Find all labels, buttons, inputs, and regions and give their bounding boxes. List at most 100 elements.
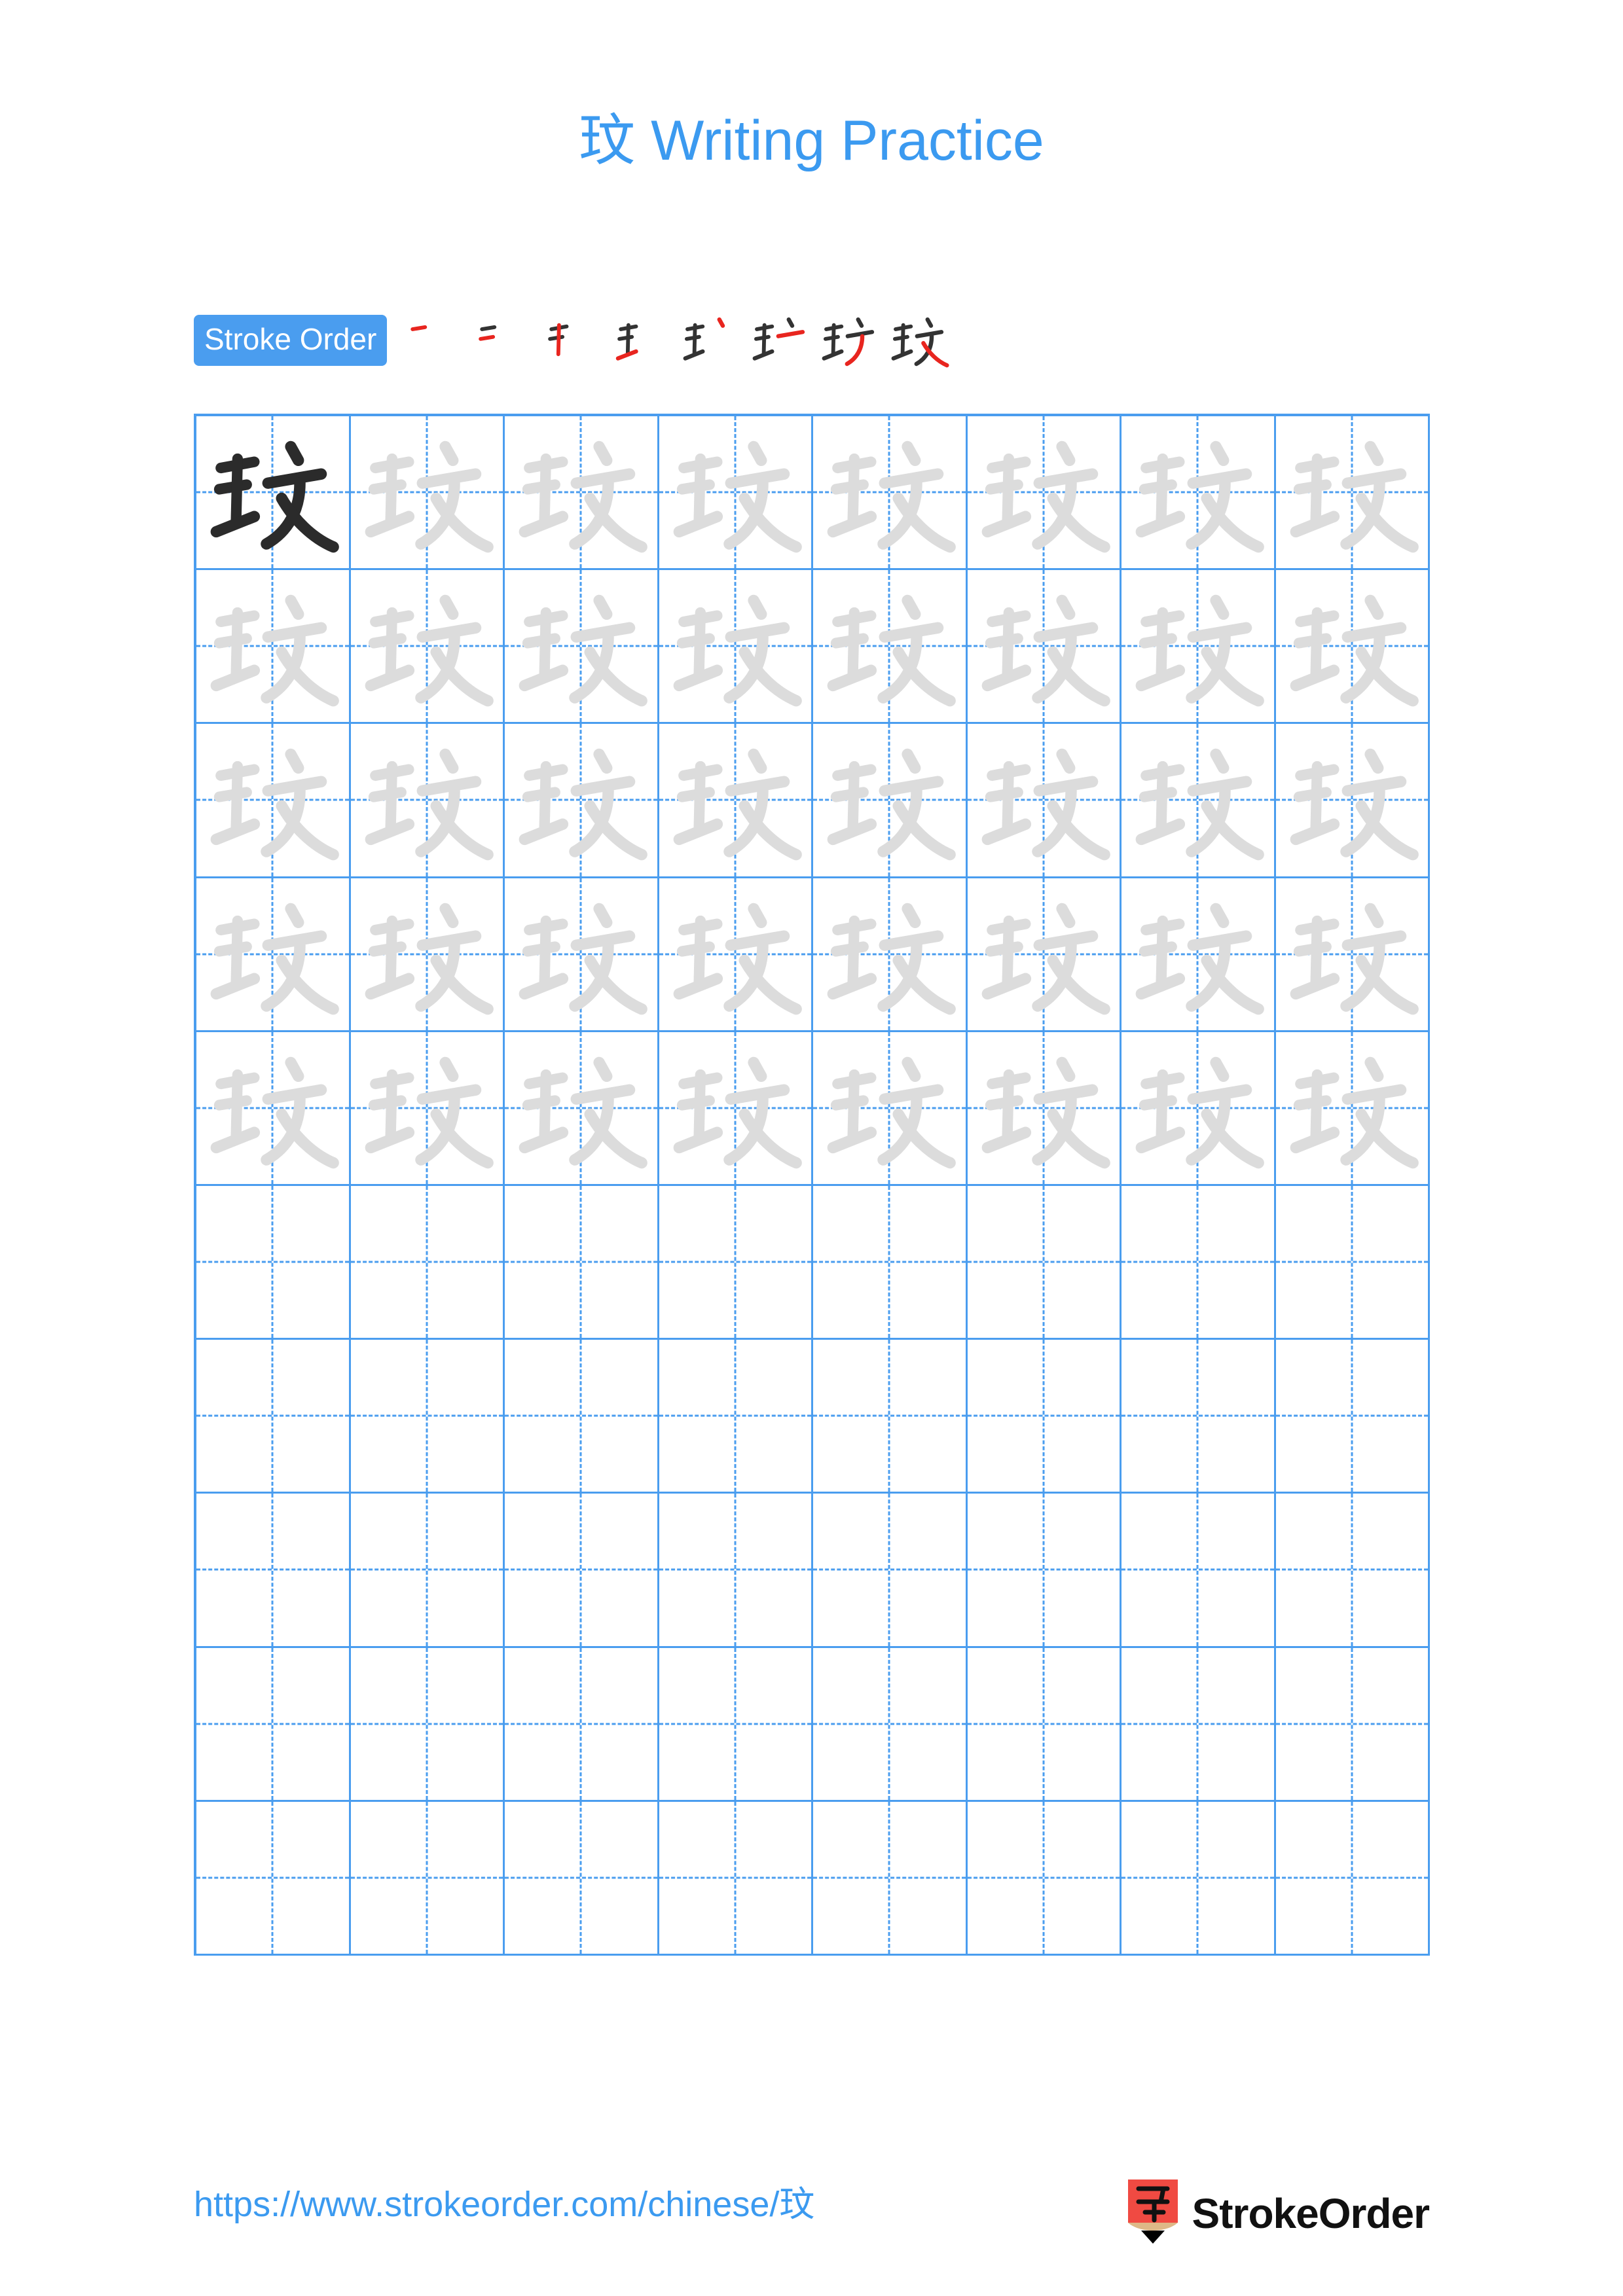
practice-cell[interactable] (967, 1185, 1122, 1340)
practice-cell[interactable] (967, 416, 1122, 571)
trace-character (351, 1032, 503, 1184)
practice-cell[interactable] (196, 1031, 351, 1186)
practice-cell[interactable] (505, 878, 659, 1032)
practice-cell[interactable] (659, 1185, 813, 1340)
stroke-step-4 (607, 306, 676, 375)
practice-cell[interactable] (1275, 570, 1430, 725)
practice-cell[interactable] (350, 570, 505, 725)
practice-cell[interactable] (1122, 1801, 1276, 1956)
practice-cell[interactable] (813, 570, 968, 725)
practice-cell[interactable] (813, 1340, 968, 1494)
practice-cell[interactable] (659, 1647, 813, 1802)
practice-cell[interactable] (350, 1340, 505, 1494)
practice-cell[interactable] (505, 416, 659, 571)
practice-cell[interactable] (505, 724, 659, 878)
practice-cell[interactable] (1275, 878, 1430, 1032)
practice-cell[interactable] (1275, 1185, 1430, 1340)
practice-cell[interactable] (967, 1801, 1122, 1956)
practice-cell[interactable] (350, 1185, 505, 1340)
footer-url-link[interactable]: https://www.strokeorder.com/chinese/玟 (194, 2183, 814, 2226)
practice-cell[interactable] (1122, 878, 1276, 1032)
practice-cell[interactable] (196, 724, 351, 878)
practice-cell[interactable] (967, 1494, 1122, 1648)
trace-character (505, 878, 657, 1030)
trace-character (968, 1032, 1120, 1184)
stroke-step-3 (538, 306, 607, 375)
brand-name: StrokeOrder (1192, 2190, 1430, 2237)
practice-cell[interactable] (350, 1801, 505, 1956)
practice-cell[interactable] (1275, 1801, 1430, 1956)
trace-character (351, 878, 503, 1030)
practice-cell[interactable] (1122, 1340, 1276, 1494)
practice-cell[interactable] (196, 1340, 351, 1494)
practice-cell[interactable] (967, 1340, 1122, 1494)
practice-cell[interactable] (659, 1340, 813, 1494)
practice-cell[interactable] (196, 1185, 351, 1340)
practice-cell[interactable] (350, 1647, 505, 1802)
practice-cell[interactable] (659, 878, 813, 1032)
practice-cell[interactable] (505, 1031, 659, 1186)
practice-cell[interactable] (659, 724, 813, 878)
trace-character (659, 724, 812, 876)
trace-character (1276, 416, 1429, 568)
practice-cell[interactable] (505, 1801, 659, 1956)
brand-logo-group[interactable]: StrokeOrder (1123, 2179, 1430, 2248)
practice-cell[interactable] (350, 878, 505, 1032)
practice-cell[interactable] (659, 1031, 813, 1186)
practice-cell[interactable] (505, 570, 659, 725)
practice-cell[interactable] (1122, 1647, 1276, 1802)
practice-cell[interactable] (1122, 1185, 1276, 1340)
practice-cell[interactable] (967, 1647, 1122, 1802)
practice-cell[interactable] (1275, 1340, 1430, 1494)
practice-cell[interactable] (350, 416, 505, 571)
practice-cell[interactable] (813, 724, 968, 878)
practice-cell[interactable] (196, 878, 351, 1032)
practice-cell[interactable] (1275, 724, 1430, 878)
trace-character (1122, 570, 1274, 722)
practice-cell[interactable] (1122, 1494, 1276, 1648)
practice-cell[interactable] (659, 570, 813, 725)
practice-cell[interactable] (813, 1647, 968, 1802)
practice-cell[interactable] (1122, 724, 1276, 878)
practice-cell[interactable] (813, 878, 968, 1032)
trace-character (659, 878, 812, 1030)
practice-cell[interactable] (350, 724, 505, 878)
practice-cell[interactable] (505, 1340, 659, 1494)
stroke-step-8 (884, 306, 954, 375)
trace-character (1276, 1032, 1429, 1184)
practice-cell[interactable] (813, 1031, 968, 1186)
page-title: 玟 Writing Practice (579, 109, 1044, 172)
practice-cell[interactable] (659, 1801, 813, 1956)
practice-cell[interactable] (967, 570, 1122, 725)
practice-cell[interactable] (196, 570, 351, 725)
practice-cell[interactable] (813, 1494, 968, 1648)
practice-cell[interactable] (350, 1494, 505, 1648)
practice-cell[interactable] (1122, 1031, 1276, 1186)
practice-cell[interactable] (967, 878, 1122, 1032)
practice-cell[interactable] (1275, 1494, 1430, 1648)
practice-cell[interactable] (659, 1494, 813, 1648)
practice-cell[interactable] (1275, 1647, 1430, 1802)
trace-character (351, 724, 503, 876)
practice-cell[interactable] (1275, 416, 1430, 571)
practice-cell[interactable] (196, 1494, 351, 1648)
practice-cell[interactable] (196, 1801, 351, 1956)
practice-cell[interactable] (659, 416, 813, 571)
practice-cell[interactable] (505, 1647, 659, 1802)
practice-cell[interactable] (196, 416, 351, 571)
practice-cell[interactable] (505, 1494, 659, 1648)
trace-character (351, 416, 503, 568)
practice-cell[interactable] (505, 1185, 659, 1340)
practice-cell[interactable] (813, 416, 968, 571)
practice-cell[interactable] (967, 1031, 1122, 1186)
practice-cell[interactable] (350, 1031, 505, 1186)
practice-cell[interactable] (813, 1801, 968, 1956)
practice-cell[interactable] (1275, 1031, 1430, 1186)
practice-cell[interactable] (1122, 570, 1276, 725)
practice-cell[interactable] (1122, 416, 1276, 571)
practice-cell[interactable] (196, 1647, 351, 1802)
trace-character (813, 570, 966, 722)
practice-cell[interactable] (967, 724, 1122, 878)
practice-cell[interactable] (813, 1185, 968, 1340)
trace-character (196, 570, 349, 722)
